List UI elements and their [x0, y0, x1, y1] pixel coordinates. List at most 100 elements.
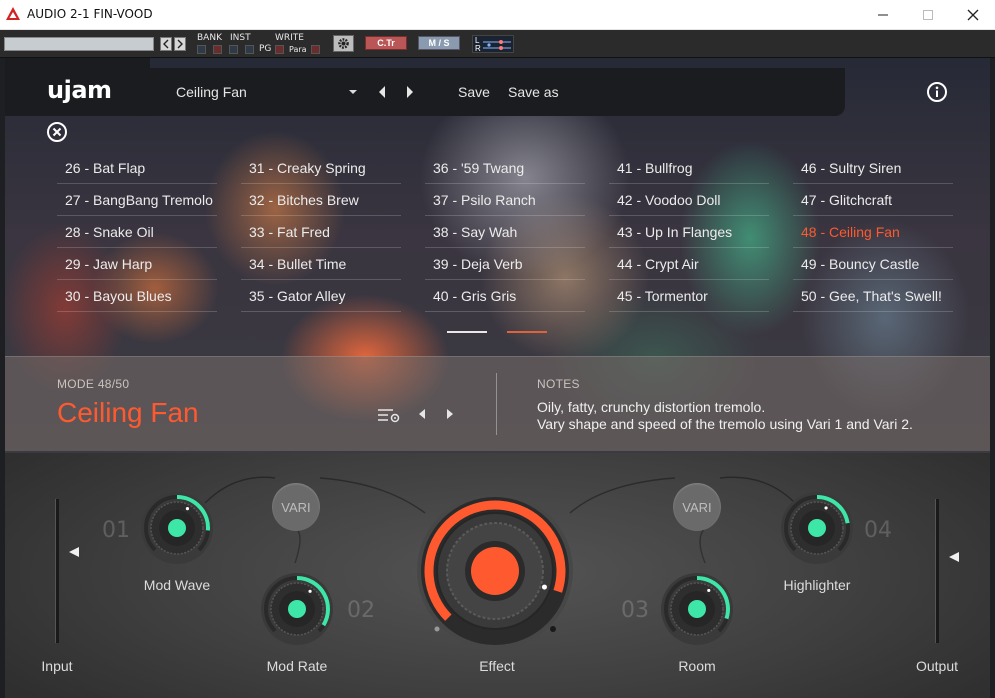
pg-label: PG	[259, 44, 272, 54]
preset-item[interactable]: 46 - Sultry Siren	[793, 153, 953, 184]
routing-icon	[483, 40, 511, 50]
inst-toggle-2[interactable]	[245, 45, 254, 54]
input-level-handle-icon[interactable]	[68, 546, 80, 558]
lr-routing-button[interactable]: L R	[472, 35, 514, 53]
effect-knob-center	[471, 547, 519, 595]
preset-item[interactable]: 40 - Gris Gris	[425, 281, 585, 312]
window-title: AUDIO 2-1 FIN-VOOD	[27, 7, 153, 21]
output-level-handle-icon[interactable]	[948, 551, 960, 563]
gear-icon	[338, 38, 349, 49]
notes-line-2: Vary shape and speed of the tremolo usin…	[537, 416, 913, 432]
highlighter-knob[interactable]	[777, 488, 857, 568]
page-indicator-2[interactable]	[507, 331, 547, 333]
preset-item[interactable]: 29 - Jaw Harp	[57, 249, 217, 280]
preset-item[interactable]: 41 - Bullfrog	[609, 153, 769, 184]
preset-item[interactable]: 50 - Gee, That's Swell!	[793, 281, 953, 312]
preset-item[interactable]: 37 - Psilo Ranch	[425, 185, 585, 216]
preset-item[interactable]: 33 - Fat Fred	[241, 217, 401, 248]
preset-item[interactable]: 48 - Ceiling Fan	[793, 217, 953, 248]
preset-item[interactable]: 28 - Snake Oil	[57, 217, 217, 248]
preset-item[interactable]: 38 - Say Wah	[425, 217, 585, 248]
close-browser-icon[interactable]	[46, 121, 68, 143]
effect-knob[interactable]	[405, 491, 585, 651]
preset-item[interactable]: 42 - Voodoo Doll	[609, 185, 769, 216]
preset-item[interactable]: 36 - '59 Twang	[425, 153, 585, 184]
prev-preset-icon[interactable]	[377, 85, 387, 99]
knob-pointer	[185, 507, 190, 511]
notes-label: NOTES	[537, 377, 580, 391]
knob-number-03: 03	[621, 598, 649, 623]
ctr-button[interactable]: C.Tr	[365, 36, 407, 50]
list-view-icon[interactable]	[377, 407, 401, 423]
mod-rate-knob[interactable]	[257, 569, 337, 649]
effect-label: Effect	[479, 658, 515, 674]
bank-label: BANK	[197, 33, 222, 43]
page-indicator-1[interactable]	[447, 331, 487, 333]
preset-item[interactable]: 30 - Bayou Blues	[57, 281, 217, 312]
save-as-button[interactable]: Save as	[508, 84, 559, 100]
close-window-button[interactable]	[950, 0, 995, 30]
minimize-icon	[878, 14, 888, 16]
output-meter	[935, 499, 939, 643]
preset-item[interactable]: 35 - Gator Alley	[241, 281, 401, 312]
preset-item[interactable]: 34 - Bullet Time	[241, 249, 401, 280]
preset-item[interactable]: 45 - Tormentor	[609, 281, 769, 312]
para-toggle[interactable]	[311, 45, 320, 54]
knob-number-04: 04	[864, 518, 892, 543]
prev-mode-icon[interactable]	[418, 408, 426, 420]
knob-number-01: 01	[102, 518, 130, 543]
mode-counter: MODE 48/50	[57, 377, 130, 391]
input-label: Input	[41, 658, 73, 674]
preset-item[interactable]: 26 - Bat Flap	[57, 153, 217, 184]
mod-wave-label: Mod Wave	[143, 577, 211, 593]
minimize-button[interactable]	[860, 0, 906, 30]
effect-max-mark	[549, 625, 556, 632]
host-toolbar: BANK INST WRITE PG Para C.Tr M / S L R	[0, 30, 995, 58]
close-icon	[967, 9, 979, 21]
app-logo-icon	[6, 7, 20, 20]
preset-item[interactable]: 32 - Bitches Brew	[241, 185, 401, 216]
track-name-field[interactable]	[4, 37, 154, 51]
highlighter-label: Highlighter	[783, 577, 851, 593]
host-settings-button[interactable]	[333, 35, 354, 52]
vari-1-button[interactable]: VARI	[272, 483, 320, 531]
inst-toggle-1[interactable]	[229, 45, 238, 54]
mod-wave-knob[interactable]	[137, 488, 217, 568]
effect-knob-pointer	[541, 584, 547, 590]
write-label: WRITE	[275, 33, 304, 43]
preset-item[interactable]: 44 - Crypt Air	[609, 249, 769, 280]
knob-center	[808, 519, 826, 537]
write-toggle[interactable]	[275, 45, 284, 54]
maximize-icon	[923, 10, 933, 20]
host-prev-button[interactable]	[160, 37, 172, 51]
bank-toggle-1[interactable]	[197, 45, 206, 54]
bank-toggle-2[interactable]	[213, 45, 222, 54]
preset-item[interactable]: 31 - Creaky Spring	[241, 153, 401, 184]
preset-item[interactable]: 49 - Bouncy Castle	[793, 249, 953, 280]
knob-pointer	[308, 589, 312, 593]
preset-item[interactable]: 39 - Deja Verb	[425, 249, 585, 280]
info-icon[interactable]	[926, 81, 948, 103]
lr-r-label: R	[475, 44, 481, 53]
plugin-window: ujam Ceiling Fan Save Save as 26 - Bat F…	[5, 58, 990, 698]
notes-line-1: Oily, fatty, crunchy distortion tremolo.	[537, 399, 766, 415]
maximize-button[interactable]	[905, 0, 951, 30]
inst-label: INST	[230, 33, 251, 43]
save-button[interactable]: Save	[458, 84, 490, 100]
next-mode-icon[interactable]	[446, 408, 454, 420]
ms-button[interactable]: M / S	[418, 36, 460, 50]
mod-rate-label: Mod Rate	[266, 658, 328, 674]
room-label: Room	[678, 658, 716, 674]
vari-2-button[interactable]: VARI	[673, 483, 721, 531]
preset-item[interactable]: 43 - Up In Flanges	[609, 217, 769, 248]
preset-item[interactable]: 27 - BangBang Tremolo	[57, 185, 217, 216]
dropdown-arrow-icon[interactable]	[348, 89, 358, 95]
control-panel: Input Output 01 02 03 04 VARI VARI Mod W…	[5, 453, 990, 698]
preset-item[interactable]: 47 - Glitchcraft	[793, 185, 953, 216]
room-knob[interactable]	[657, 569, 737, 649]
preset-name-display[interactable]: Ceiling Fan	[176, 84, 247, 100]
next-preset-icon[interactable]	[405, 85, 415, 99]
host-next-button[interactable]	[174, 37, 186, 51]
title-bar: AUDIO 2-1 FIN-VOOD	[0, 0, 995, 30]
para-label: Para	[289, 45, 307, 54]
